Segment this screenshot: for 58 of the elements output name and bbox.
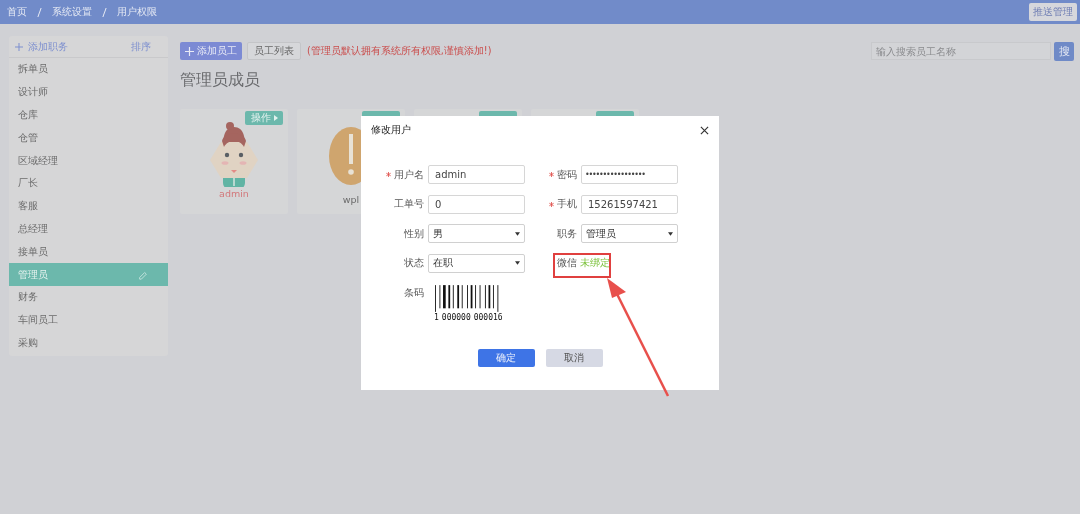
sidebar-item[interactable]: 车间员工 xyxy=(9,308,168,332)
field-label: 职务 xyxy=(557,226,577,241)
sidebar-item[interactable]: 接单员 xyxy=(9,240,168,264)
add-position-button[interactable]: 添加职务 xyxy=(15,39,68,54)
confirm-button[interactable]: 确定 xyxy=(477,349,535,367)
sidebar-item[interactable]: 采购 xyxy=(9,331,168,355)
sidebar-item[interactable]: 财务 xyxy=(9,285,168,309)
caret-icon xyxy=(273,115,278,121)
caret-icon xyxy=(515,261,520,265)
push-management-button[interactable]: 推送管理 xyxy=(1029,3,1077,21)
sidebar-item[interactable]: 拆单员 xyxy=(9,58,168,81)
cancel-button[interactable]: 取消 xyxy=(545,349,603,367)
member-name: wpl xyxy=(342,194,360,205)
breadcrumb-link[interactable]: 用户权限 xyxy=(117,5,157,19)
sidebar-item[interactable]: 仓库 xyxy=(9,103,168,127)
sidebar-item[interactable]: 客服 xyxy=(9,194,168,218)
sidebar-item[interactable]: 管理员 xyxy=(9,263,168,286)
sidebar-item[interactable]: 仓管 xyxy=(9,126,168,150)
field-label: 状态 xyxy=(404,256,424,270)
section-title: 管理员成员 xyxy=(180,70,261,91)
sort-button[interactable]: 排序 xyxy=(131,39,151,54)
barcode-digits: 000000 xyxy=(441,313,471,322)
caret-icon xyxy=(515,231,520,236)
sidebar-item[interactable]: 总经理 xyxy=(9,217,168,241)
plus-icon xyxy=(185,46,194,56)
action-button[interactable]: 操作 xyxy=(245,111,283,125)
input-field[interactable]: 0 xyxy=(428,194,525,214)
plus-icon xyxy=(15,42,23,51)
field-label: 条码 xyxy=(404,285,424,300)
employee-list-button[interactable]: 员工列表 xyxy=(247,42,301,60)
select-field[interactable]: 在职 xyxy=(428,253,525,273)
search-field[interactable]: 输入搜索员工名称 xyxy=(871,42,1051,60)
pencil-icon xyxy=(138,269,148,280)
field-label: 性别 xyxy=(404,226,424,241)
barcode-digits: 000016 xyxy=(473,313,503,322)
breadcrumb-link[interactable]: 系统设置 xyxy=(52,5,92,19)
breadcrumb-link[interactable]: 首页 xyxy=(7,5,27,19)
password-field[interactable]: ••••••••••••••••• xyxy=(581,165,678,184)
select-field[interactable]: 管理员 xyxy=(581,224,678,243)
warning-text: (管理员默认拥有系统所有权限,谨慎添加!) xyxy=(307,44,492,58)
input-field[interactable]: 15261597421 xyxy=(581,194,678,214)
caret-icon xyxy=(668,231,673,236)
select-field[interactable]: 男 xyxy=(428,224,525,243)
close-icon[interactable] xyxy=(700,125,709,135)
member-name: admin xyxy=(219,188,249,199)
barcode-digits: 1 xyxy=(434,313,439,322)
field-label: 密码 xyxy=(557,167,577,182)
search-button[interactable]: 搜 xyxy=(1054,41,1074,61)
sidebar-item[interactable]: 厂长 xyxy=(9,172,168,195)
member-card[interactable]: 操作 admin xyxy=(180,109,288,214)
status-text: 未绑定 xyxy=(580,256,610,270)
field-label: 微信 xyxy=(557,256,577,270)
add-employee-button[interactable]: 添加员工 xyxy=(180,42,242,60)
sidebar-item[interactable]: 设计师 xyxy=(9,80,168,104)
field-label: 手机 xyxy=(557,197,577,211)
sidebar-item[interactable]: 区域经理 xyxy=(9,149,168,172)
avatar-drawing xyxy=(210,121,258,187)
input-field[interactable]: admin xyxy=(428,165,525,184)
